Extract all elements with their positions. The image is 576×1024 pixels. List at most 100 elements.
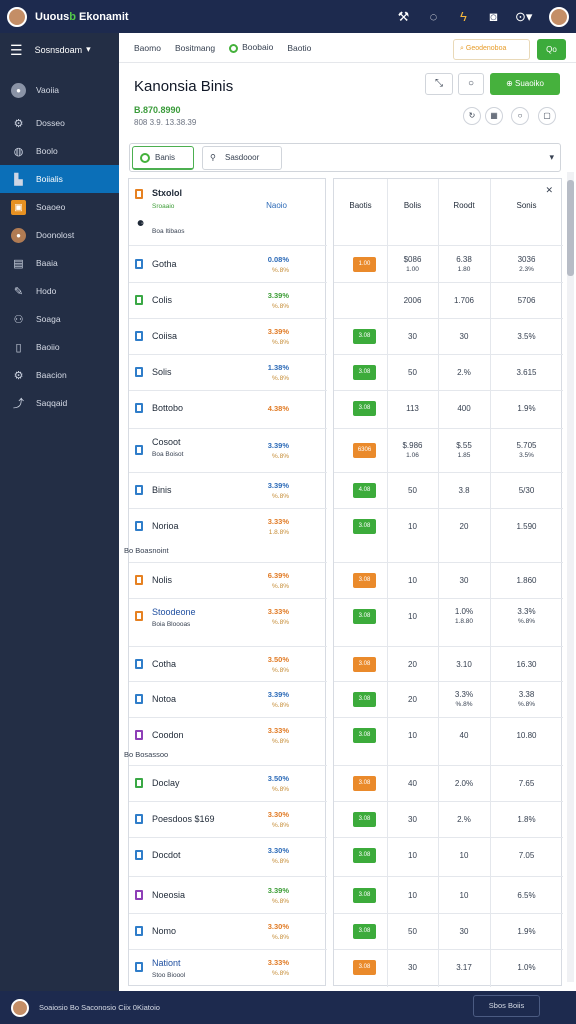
close-icon[interactable]: ✕ bbox=[545, 185, 553, 196]
table-row[interactable]: 1.00 $086 1.00 6.38 1.80 3036 2.3% bbox=[334, 245, 563, 282]
tab-baotio[interactable]: Baotio bbox=[287, 43, 311, 53]
table-row[interactable]: Norioa 3.33% 1.8.8% bbox=[129, 508, 327, 544]
expand-icon[interactable]: ⤡ bbox=[425, 73, 453, 95]
tab-bositmang[interactable]: Bositmang bbox=[175, 43, 215, 53]
table-row[interactable]: Doclay 3.50% %.8% bbox=[129, 765, 327, 801]
status-badge[interactable]: 3.08 bbox=[353, 776, 376, 791]
sidebar-item-boiialis[interactable]: ▙ Boiialis bbox=[0, 165, 119, 193]
tab-boobaio[interactable]: Boobaio bbox=[229, 42, 273, 53]
sidebar-item-saqqaid[interactable]: ⤴ Saqqaid bbox=[0, 389, 119, 417]
column-header[interactable]: Sonis bbox=[490, 201, 563, 210]
table-row[interactable]: 3.08 40 2.0% 7.65 bbox=[334, 765, 563, 801]
status-badge[interactable]: 3.08 bbox=[353, 692, 376, 707]
lock-icon[interactable]: ▢ bbox=[538, 107, 556, 125]
status-badge[interactable]: 3.08 bbox=[353, 657, 376, 672]
sidebar-item-soaoeo[interactable]: ▣ Soaoeo bbox=[0, 193, 119, 221]
table-row[interactable]: 3.08 10 40 10.80 bbox=[334, 717, 563, 753]
status-badge[interactable]: 3.08 bbox=[353, 924, 376, 939]
sidebar-item-soaga[interactable]: ⚇ Soaga bbox=[0, 305, 119, 333]
table-row[interactable]: 3.08 30 3.17 1.0% bbox=[334, 949, 563, 985]
table-row[interactable]: 3.08 30 30 3.5% bbox=[334, 318, 563, 354]
table-row[interactable]: Docdot 3.30% %.8% bbox=[129, 837, 327, 873]
bolt-icon[interactable]: ϟ bbox=[455, 8, 472, 25]
status-badge[interactable]: 4.08 bbox=[353, 483, 376, 498]
column-header[interactable]: Baotis bbox=[334, 201, 387, 210]
status-badge[interactable]: 3.08 bbox=[353, 365, 376, 380]
table-row[interactable]: 3.08 10 10 7.05 bbox=[334, 837, 563, 873]
table-row[interactable]: 3.08 30 2.% 1.8% bbox=[334, 801, 563, 837]
table-row[interactable]: Binis 3.39% %.8% bbox=[129, 472, 327, 508]
status-badge[interactable]: 3.08 bbox=[353, 812, 376, 827]
status-badge[interactable]: 3.08 bbox=[353, 401, 376, 416]
filter-tab-sasdooor[interactable]: ⚲ Sasdooor bbox=[202, 146, 282, 170]
table-row[interactable]: 6306 $.986 1.06 $.55 1.85 5.705 3.5% bbox=[334, 428, 563, 472]
sidebar-item-hodo[interactable]: ✎ Hodo bbox=[0, 277, 119, 305]
table-row[interactable]: 3.08 10 20 1.590 bbox=[334, 508, 563, 544]
go-button[interactable]: Qo bbox=[537, 39, 566, 60]
table-row[interactable]: 3.08 10 10 6.5% bbox=[334, 876, 563, 913]
status-badge[interactable]: 1.00 bbox=[353, 257, 376, 272]
scrollbar-thumb[interactable] bbox=[567, 180, 574, 276]
sidebar-item-vaoiia[interactable]: ● Vaoiia bbox=[0, 76, 119, 104]
footer-button[interactable]: Sbos Boiis bbox=[473, 995, 540, 1017]
table-row[interactable]: 4.08 50 3.8 5/30 bbox=[334, 472, 563, 508]
sidebar-header[interactable]: ☰ Sosnsdoam ▾ bbox=[0, 33, 119, 66]
tab-baomo[interactable]: Baomo bbox=[134, 43, 161, 53]
table-row[interactable]: Cosoot Boa Boisot 3.39% %.8% bbox=[129, 428, 327, 472]
chat-icon[interactable]: ◌ bbox=[425, 8, 442, 25]
camera-icon[interactable]: ◙ bbox=[485, 8, 502, 25]
table-row[interactable]: Nomo 3.30% %.8% bbox=[129, 913, 327, 949]
table-row[interactable]: 3.08 20 3.10 16.30 bbox=[334, 646, 563, 681]
menu-icon[interactable]: ☰ bbox=[10, 43, 23, 57]
refresh-icon[interactable]: ↻ bbox=[463, 107, 481, 125]
table-row[interactable]: Colis 3.39% %.8% bbox=[129, 282, 327, 318]
status-badge[interactable]: 3.08 bbox=[353, 519, 376, 534]
table-row[interactable]: Stoodeone Boia Bloooas 3.33% %.8% bbox=[129, 598, 327, 634]
filter-tab-banis[interactable]: Banis bbox=[132, 146, 194, 170]
search-input[interactable]: ⌕ Geodenoboa bbox=[453, 39, 530, 60]
table-row[interactable]: Nationt Stoo Bioool 3.33% %.8% bbox=[129, 949, 327, 985]
sidebar-item-dosseo[interactable]: ⚙ Dosseo bbox=[0, 109, 119, 137]
table-row[interactable]: Noeosia 3.39% %.8% bbox=[129, 876, 327, 913]
tool-icon[interactable]: ⚒ bbox=[395, 8, 412, 25]
add-button[interactable]: ⊕ Suaoiko bbox=[490, 73, 560, 95]
table-row[interactable]: Bottobo 4.38% bbox=[129, 390, 327, 426]
status-badge[interactable]: 3.08 bbox=[353, 888, 376, 903]
profile-avatar[interactable] bbox=[549, 6, 569, 27]
table-row[interactable]: 2006 1.706 5706 bbox=[334, 282, 563, 318]
scrollbar-track[interactable] bbox=[567, 172, 574, 982]
table-row[interactable]: Gotha 0.08% %.8% bbox=[129, 245, 327, 282]
status-badge[interactable]: 3.08 bbox=[353, 960, 376, 975]
sidebar-item-baaia[interactable]: ▤ Baaia bbox=[0, 249, 119, 277]
table-row[interactable]: Cotha 3.50% %.8% bbox=[129, 646, 327, 681]
sidebar-item-baacion[interactable]: ⚙ Baacion bbox=[0, 361, 119, 389]
circle-button-icon[interactable]: ○ bbox=[458, 73, 484, 95]
table-row[interactable]: 3.08 50 2.% 3.615 bbox=[334, 354, 563, 390]
user-avatar[interactable] bbox=[7, 6, 27, 27]
status-badge[interactable]: 3.08 bbox=[353, 609, 376, 624]
table-row[interactable]: Coodon 3.33% %.8% bbox=[129, 717, 327, 753]
column-header[interactable]: Bolis bbox=[387, 201, 438, 210]
table-row[interactable]: Coiisa 3.39% %.8% bbox=[129, 318, 327, 354]
table-row[interactable]: Solis 1.38% %.8% bbox=[129, 354, 327, 390]
chevron-down-icon[interactable]: ▾ bbox=[549, 152, 554, 163]
column-header[interactable]: Roodt bbox=[438, 201, 490, 210]
sidebar-item-doonolost[interactable]: ● Doonolost bbox=[0, 221, 119, 249]
footer-avatar[interactable] bbox=[11, 998, 29, 1017]
grid-icon[interactable]: ▦ bbox=[485, 107, 503, 125]
status-badge[interactable]: 3.08 bbox=[353, 573, 376, 588]
dot-icon[interactable]: ○ bbox=[511, 107, 529, 125]
table-row[interactable]: 3.08 10 1.0% 1.8.80 3.3% %.8% bbox=[334, 598, 563, 634]
display-icon[interactable]: ⊙▾ bbox=[515, 8, 532, 25]
table-row[interactable]: 3.08 10 30 1.860 bbox=[334, 562, 563, 598]
table-row[interactable]: Poesdoos $169 3.30% %.8% bbox=[129, 801, 327, 837]
status-badge[interactable]: 3.08 bbox=[353, 848, 376, 863]
table-row[interactable]: Notoa 3.39% %.8% bbox=[129, 681, 327, 717]
status-badge[interactable]: 6306 bbox=[353, 443, 376, 458]
sidebar-item-baoiio[interactable]: ▯ Baoiio bbox=[0, 333, 119, 361]
status-badge[interactable]: 3.08 bbox=[353, 728, 376, 743]
table-row[interactable]: Nolis 6.39% %.8% bbox=[129, 562, 327, 598]
status-badge[interactable]: 3.08 bbox=[353, 329, 376, 344]
table-row[interactable]: 3.08 20 3.3% %.8% 3.38 %.8% bbox=[334, 681, 563, 717]
table-row[interactable]: 3.08 50 30 1.9% bbox=[334, 913, 563, 949]
